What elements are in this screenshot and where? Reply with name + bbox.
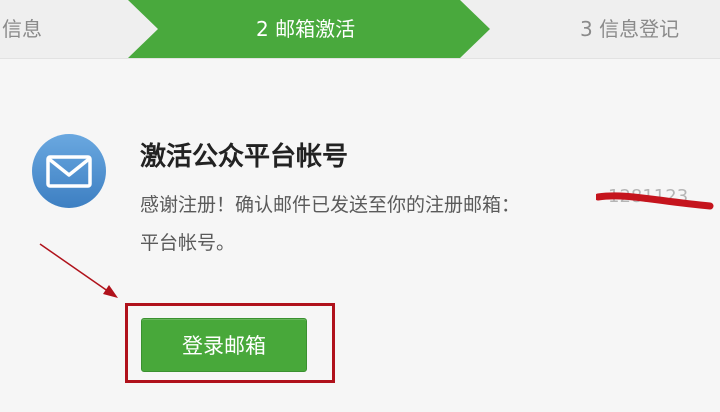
registration-step-bar: 信息 2 邮箱激活 3 信息登记: [0, 0, 720, 59]
login-email-button[interactable]: 登录邮箱: [141, 318, 307, 372]
activation-message-line-1: 感谢注册！确认邮件已发送至你的注册邮箱：: [140, 194, 521, 216]
step-2-label: 2 邮箱激活: [256, 17, 356, 41]
activation-title: 激活公众平台帐号: [140, 142, 349, 172]
envelope-icon: [32, 134, 106, 208]
activation-message-line-2: 平台帐号。: [140, 232, 236, 254]
redaction-mark: 1281123: [596, 186, 714, 210]
step-1-label: 信息: [2, 17, 42, 41]
step-3-label: 3 信息登记: [580, 17, 680, 41]
